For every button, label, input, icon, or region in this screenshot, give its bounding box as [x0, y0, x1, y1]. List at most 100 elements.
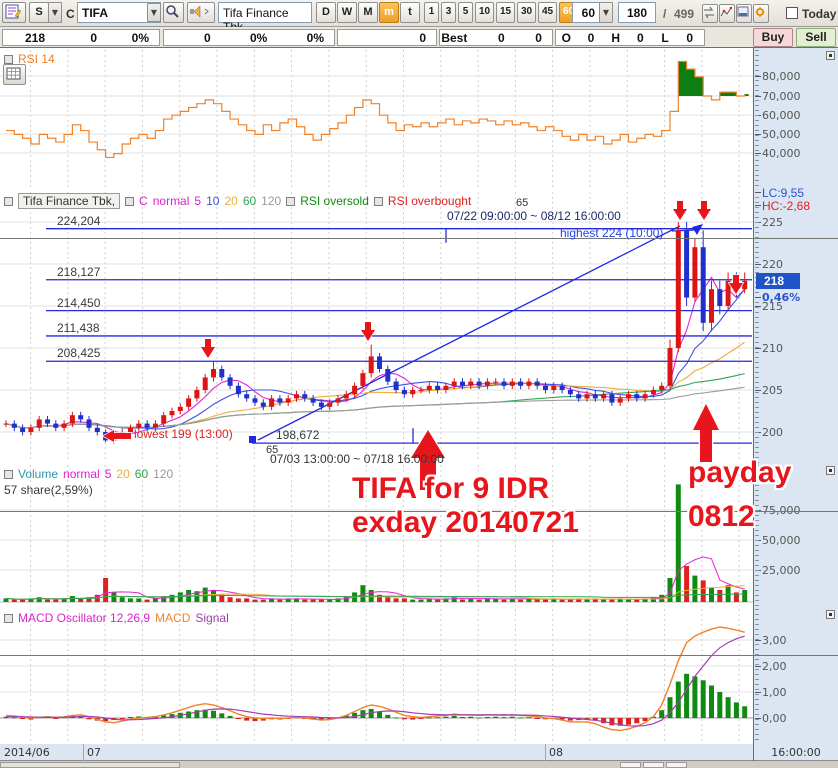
axis-label: 200: [755, 426, 783, 439]
scrollbar-button[interactable]: [643, 762, 664, 768]
axis-label: 2,00: [755, 660, 787, 673]
scrollbar-thumb[interactable]: [0, 762, 180, 768]
symbol-dropdown-arrow[interactable]: ▼: [147, 3, 161, 22]
time-axis-label: 2014/06: [4, 746, 50, 759]
sell-button[interactable]: Sell: [796, 28, 836, 47]
main-toolbar: S ▼ C TIFA ▼ Tifa Finance Tbk DWMmt 1351…: [0, 0, 838, 34]
axis-label: 0,00: [755, 712, 787, 725]
axis-tick-strip: [755, 465, 759, 607]
quote-cell-value: 0: [497, 30, 505, 45]
symbol-type-select[interactable]: S: [29, 2, 49, 23]
time-axis[interactable]: 2014/06 07 08 16:00:00: [0, 744, 838, 761]
minute-button-3[interactable]: 3: [441, 2, 456, 23]
quote-cell-value: Best: [441, 30, 468, 45]
panel-collapse-button[interactable]: [826, 51, 835, 60]
speaker-icon: [190, 5, 209, 18]
view-button-W[interactable]: W: [337, 2, 357, 23]
axis-label: 80,000: [755, 70, 801, 83]
view-button-M[interactable]: M: [358, 2, 378, 23]
chart-canvas: [0, 48, 753, 744]
axis-label: 40,000: [755, 147, 801, 160]
change-cell-group: 0 0% 0%: [163, 29, 335, 46]
horizontal-scrollbar[interactable]: [0, 761, 838, 768]
compare-tool-button[interactable]: [702, 4, 718, 23]
panel-collapse-button[interactable]: [826, 466, 835, 475]
time-axis-label: 08: [549, 746, 563, 759]
value-cell-group: 0: [337, 29, 437, 46]
axis-label: 210: [755, 342, 783, 355]
axis-label: 25,000: [755, 564, 801, 577]
chart-region: 80,000 70,000 60,000 50,000 40,000 225 220 215 2…: [0, 48, 838, 744]
best-quote-cell-group: Best 0 0: [439, 29, 553, 46]
quote-cell-value: L: [661, 30, 669, 45]
code-label: C: [66, 7, 75, 21]
symbol-name-field: Tifa Finance Tbk: [218, 2, 312, 34]
last-price-cell-group: 218 0 0%: [2, 29, 160, 46]
chart-settings-icon-button[interactable]: [2, 2, 26, 23]
minute-button-1[interactable]: 1: [424, 2, 439, 23]
minute-button-30[interactable]: 30: [517, 2, 536, 23]
scrollbar-button[interactable]: [666, 762, 687, 768]
panel-collapse-button[interactable]: [826, 610, 835, 619]
panel-separator[interactable]: [0, 511, 838, 512]
current-price-tag: 218: [756, 273, 800, 289]
total-bars-label: 499: [674, 7, 695, 21]
grid-icon: [6, 67, 21, 80]
today-label: Today: [802, 7, 837, 21]
panel-separator[interactable]: [0, 655, 838, 656]
view-button-t[interactable]: t: [400, 2, 420, 23]
price-axis-strip[interactable]: 80,000 70,000 60,000 50,000 40,000 225 220 215 2…: [753, 48, 838, 744]
symbol-type-dropdown-arrow[interactable]: ▼: [48, 2, 62, 23]
axis-label: 60,000: [755, 109, 801, 122]
minute-button-5[interactable]: 5: [458, 2, 473, 23]
time-axis-divider: [545, 744, 546, 761]
quote-cell-value: H: [611, 30, 621, 45]
last-time-label: 16:00:00: [753, 744, 838, 761]
quote-cell-value: 0: [637, 30, 644, 45]
measure-start-marker: [249, 436, 256, 443]
current-change-percent: 0,46%: [754, 291, 801, 304]
quote-cell-value: 0%: [306, 30, 325, 45]
snapshot-icon: [737, 6, 749, 17]
quote-cell-value: 0%: [131, 30, 149, 45]
axis-label: 1,00: [755, 686, 787, 699]
axis-label: 220: [755, 258, 783, 271]
quote-cell-value: O: [561, 30, 571, 45]
axis-label: 70,000: [755, 90, 801, 103]
axis-label: 205: [755, 384, 783, 397]
axis-label: HC:-2,68: [754, 199, 811, 213]
alert-sound-button[interactable]: [187, 2, 215, 23]
bar-count-input[interactable]: 180: [618, 2, 656, 23]
trading-app-window: S ▼ C TIFA ▼ Tifa Finance Tbk DWMmt 1351…: [0, 0, 838, 768]
indicator-tool-button[interactable]: [719, 4, 735, 23]
time-axis-divider: [83, 744, 84, 761]
minute-button-45[interactable]: 45: [538, 2, 557, 23]
axis-label: 3,00: [755, 634, 787, 647]
minute-button-10[interactable]: 10: [475, 2, 494, 23]
axis-label: 50,000: [755, 128, 801, 141]
quote-cell-value: 0%: [250, 30, 268, 45]
interval-combo[interactable]: 60: [572, 2, 600, 23]
today-checkbox[interactable]: [786, 7, 798, 19]
snapshot-tool-button[interactable]: [736, 4, 752, 23]
grid-tool-button[interactable]: [3, 64, 26, 85]
scrollbar-button[interactable]: [620, 762, 641, 768]
view-button-D[interactable]: D: [316, 2, 336, 23]
notebook-icon: [5, 4, 22, 19]
search-icon: [166, 5, 179, 18]
quote-cell-value: 0: [90, 30, 97, 45]
time-axis-label: 07: [87, 746, 101, 759]
axis-label: LC:9,55: [754, 186, 805, 200]
panel-separator[interactable]: [0, 238, 838, 239]
interval-dropdown-arrow[interactable]: ▼: [599, 2, 613, 23]
view-button-m[interactable]: m: [379, 2, 399, 23]
gear-icon: [755, 7, 765, 17]
line-chart-icon: [720, 6, 733, 17]
symbol-search-button[interactable]: [163, 2, 184, 23]
quote-cell-value: 0: [419, 30, 426, 45]
minute-button-15[interactable]: 15: [496, 2, 515, 23]
quote-cell-value: 0: [587, 30, 595, 45]
settings-tool-button[interactable]: [753, 4, 769, 23]
quote-cell-value: 0: [203, 30, 211, 45]
buy-button[interactable]: Buy: [753, 28, 793, 47]
